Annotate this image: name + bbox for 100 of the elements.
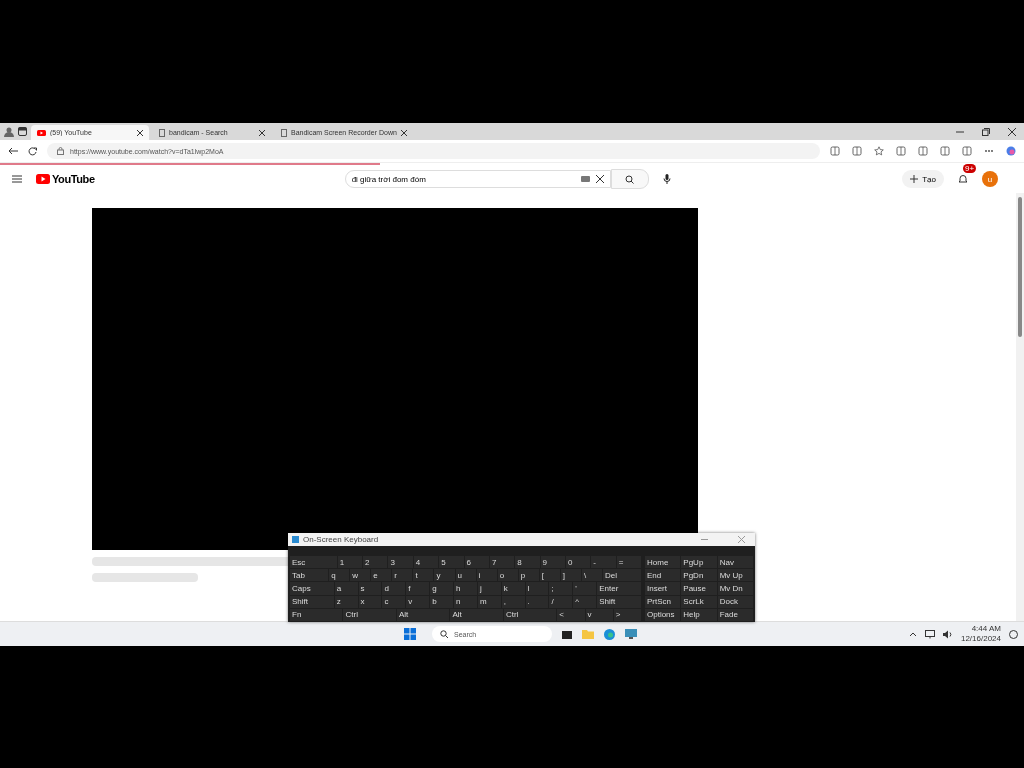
keyboard-key[interactable]: Fn: [290, 608, 343, 621]
keyboard-key[interactable]: End: [645, 569, 681, 582]
keyboard-key[interactable]: a: [334, 582, 358, 595]
keyboard-key[interactable]: c: [382, 595, 406, 608]
keyboard-key[interactable]: 1: [337, 556, 363, 569]
keyboard-key[interactable]: l: [525, 582, 549, 595]
search-button[interactable]: [610, 169, 649, 189]
keyboard-key[interactable]: Nav: [717, 556, 753, 569]
keyboard-key[interactable]: n: [454, 595, 477, 608]
keyboard-key[interactable]: i: [476, 569, 497, 582]
microphone-icon[interactable]: [662, 174, 671, 184]
keyboard-key[interactable]: v: [585, 608, 613, 621]
keyboard-key[interactable]: d: [382, 582, 406, 595]
keyboard-key[interactable]: Options: [645, 608, 681, 621]
keyboard-key[interactable]: g: [430, 582, 454, 595]
keyboard-key[interactable]: Shift: [290, 595, 334, 608]
keyboard-key[interactable]: PgDn: [681, 569, 717, 582]
video-player[interactable]: [92, 208, 698, 550]
tab-actions-icon[interactable]: [18, 127, 27, 136]
keyboard-key[interactable]: =: [616, 556, 642, 569]
keyboard-key[interactable]: Esc: [290, 556, 337, 569]
keyboard-key[interactable]: k: [501, 582, 525, 595]
keyboard-key[interactable]: Mv Up: [717, 569, 753, 582]
keyboard-key[interactable]: ^: [573, 595, 597, 608]
keyboard-key[interactable]: Shift: [597, 595, 641, 608]
star-icon[interactable]: [874, 146, 884, 156]
keyboard-icon[interactable]: [580, 176, 590, 182]
keyboard-key[interactable]: Fade: [717, 608, 753, 621]
close-icon[interactable]: [259, 129, 265, 136]
keyboard-key[interactable]: Insert: [645, 582, 681, 595]
keyboard-key[interactable]: 7: [489, 556, 515, 569]
bell-icon[interactable]: [958, 174, 968, 184]
keyboard-key[interactable]: u: [455, 569, 476, 582]
keyboard-key[interactable]: Home: [645, 556, 681, 569]
keyboard-key[interactable]: Caps: [290, 582, 334, 595]
keyboard-key[interactable]: 8: [515, 556, 540, 569]
keyboard-key[interactable]: p: [518, 569, 539, 582]
notification-icon[interactable]: [1009, 629, 1018, 639]
keyboard-key[interactable]: 9: [540, 556, 565, 569]
keyboard-key[interactable]: t: [413, 569, 434, 582]
youtube-logo[interactable]: YouTube: [36, 173, 95, 185]
keyboard-key[interactable]: Enter: [597, 582, 641, 595]
keyboard-key[interactable]: e: [371, 569, 392, 582]
keyboard-key[interactable]: ScrLk: [681, 595, 717, 608]
keyboard-key[interactable]: x: [358, 595, 382, 608]
create-button[interactable]: Tạo: [902, 170, 944, 188]
keyboard-key[interactable]: ;: [549, 582, 573, 595]
keyboard-key[interactable]: r: [392, 569, 413, 582]
keyboard-key[interactable]: Help: [681, 608, 717, 621]
keyboard-key[interactable]: ': [573, 582, 597, 595]
keyboard-key[interactable]: h: [454, 582, 477, 595]
keyboard-key[interactable]: 5: [439, 556, 464, 569]
back-icon[interactable]: [8, 147, 18, 155]
profile-icon[interactable]: [4, 126, 14, 137]
chevron-up-icon[interactable]: [908, 631, 917, 637]
menu-icon[interactable]: [12, 175, 22, 183]
keyboard-key[interactable]: Dock: [717, 595, 753, 608]
keyboard-key[interactable]: o: [497, 569, 518, 582]
keyboard-key[interactable]: [: [539, 569, 560, 582]
keyboard-key[interactable]: >: [613, 608, 642, 621]
keyboard-key[interactable]: Mv Dn: [717, 582, 753, 595]
minimize-icon[interactable]: [701, 536, 708, 543]
keyboard-key[interactable]: z: [334, 595, 358, 608]
keyboard-key[interactable]: b: [430, 595, 454, 608]
keyboard-key[interactable]: 4: [413, 556, 439, 569]
keyboard-key[interactable]: ]: [560, 569, 581, 582]
keyboard-key[interactable]: <: [557, 608, 585, 621]
close-icon[interactable]: [400, 129, 407, 136]
keyboard-key[interactable]: .: [525, 595, 549, 608]
clear-icon[interactable]: [595, 175, 604, 183]
keyboard-key[interactable]: Alt: [396, 608, 450, 621]
keyboard-key[interactable]: Ctrl: [343, 608, 396, 621]
keyboard-key[interactable]: 6: [464, 556, 489, 569]
keyboard-key[interactable]: -: [591, 556, 616, 569]
keyboard-key[interactable]: 3: [388, 556, 413, 569]
keyboard-key[interactable]: \: [581, 569, 602, 582]
close-icon[interactable]: [137, 129, 143, 136]
keyboard-key[interactable]: q: [329, 569, 350, 582]
windows-start-icon[interactable]: [404, 628, 416, 640]
keyboard-key[interactable]: Alt: [450, 608, 503, 621]
keyboard-key[interactable]: /: [549, 595, 573, 608]
keyboard-key[interactable]: y: [434, 569, 455, 582]
keyboard-key[interactable]: 2: [363, 556, 388, 569]
refresh-icon[interactable]: [28, 146, 37, 156]
keyboard-key[interactable]: PrtScn: [645, 595, 681, 608]
keyboard-key[interactable]: Ctrl: [503, 608, 557, 621]
keyboard-key[interactable]: ,: [501, 595, 525, 608]
keyboard-key[interactable]: Pause: [681, 582, 717, 595]
monitor-icon[interactable]: [625, 629, 637, 639]
keyboard-key[interactable]: Tab: [290, 569, 329, 582]
split-screen-icon[interactable]: [896, 146, 906, 156]
keyboard-key[interactable]: m: [477, 595, 501, 608]
scrollbar[interactable]: [1016, 193, 1024, 621]
keyboard-key[interactable]: v: [406, 595, 430, 608]
keyboard-key[interactable]: j: [477, 582, 501, 595]
keyboard-key[interactable]: w: [350, 569, 371, 582]
keyboard-key[interactable]: PgUp: [681, 556, 717, 569]
restore-icon[interactable]: [982, 127, 990, 136]
keyboard-key[interactable]: Del: [602, 569, 642, 582]
keyboard-key[interactable]: f: [406, 582, 430, 595]
